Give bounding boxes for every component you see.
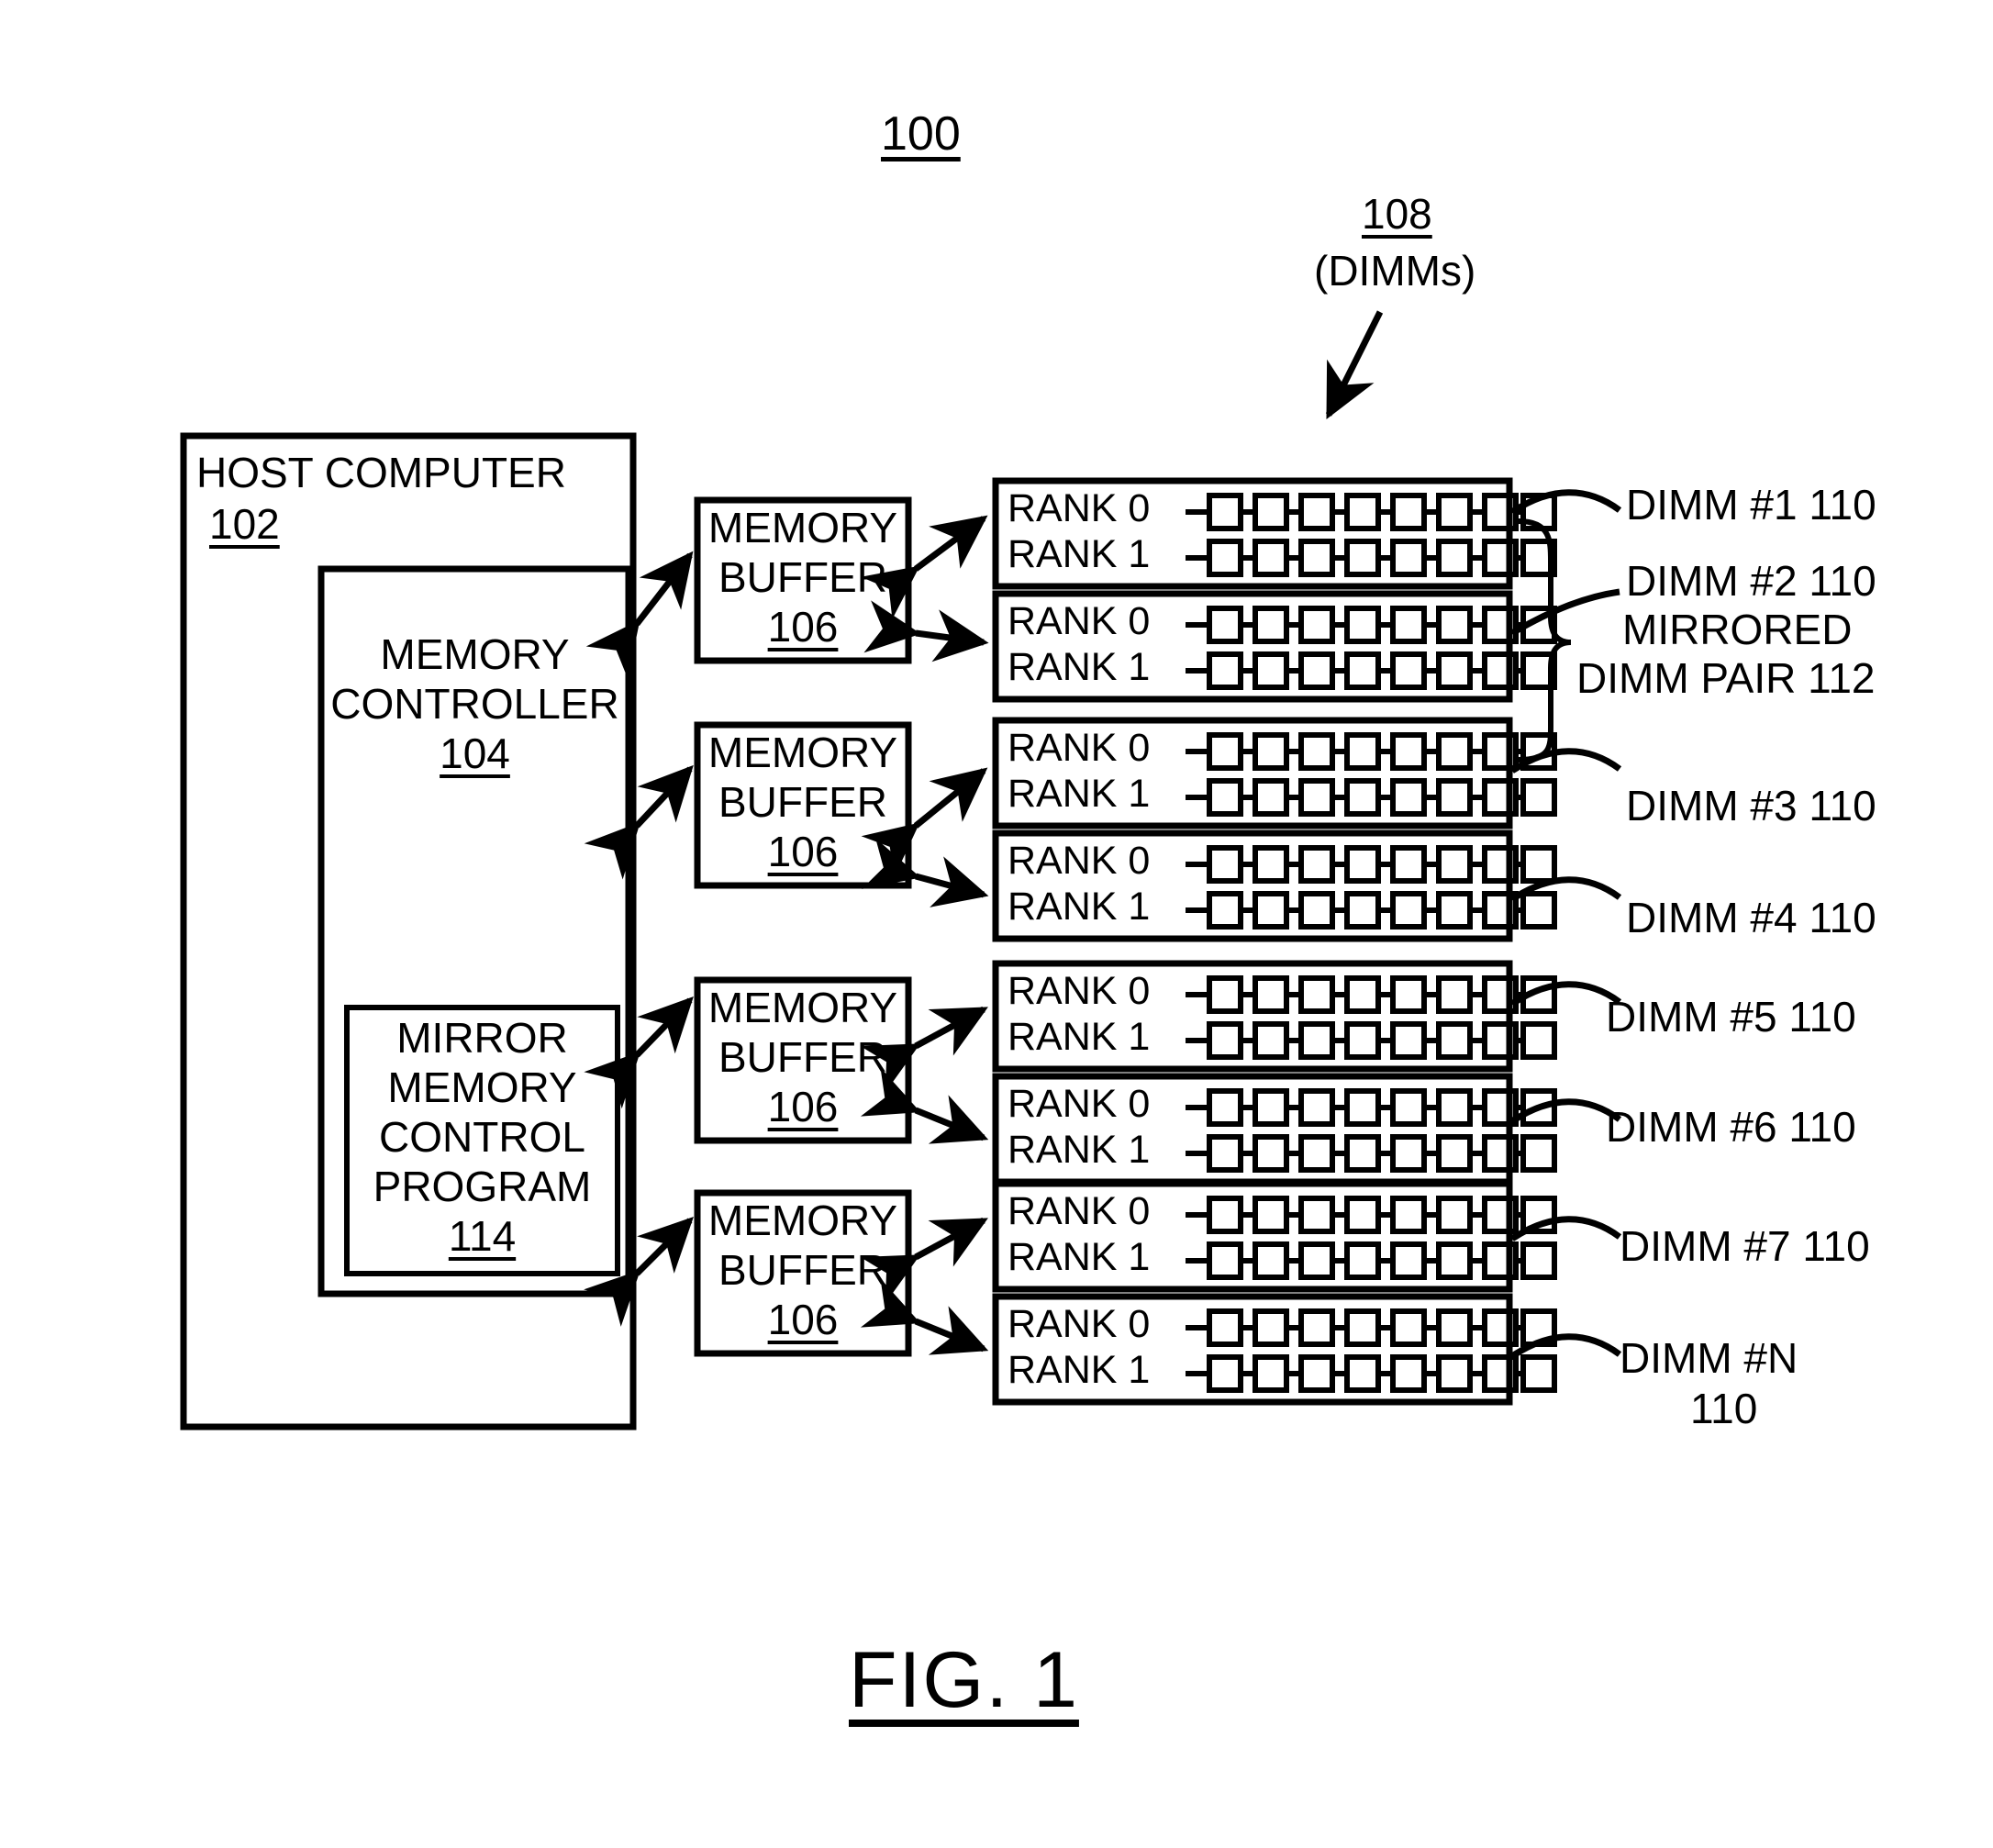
arrow-controller-to-buffer-1 <box>585 551 694 679</box>
mirrored-pair-line1: MIRRORED <box>1622 606 1853 653</box>
dimm-4-rank-1-label: RANK 1 <box>1008 885 1151 929</box>
leader-dimm-2 <box>1510 588 1620 637</box>
memory-controller-title-line2: CONTROLLER <box>330 680 619 728</box>
dimm-6-rank-0-label: RANK 0 <box>1008 1082 1151 1126</box>
mirror-program-line4: PROGRAM <box>373 1163 592 1210</box>
dimm-7-side-label: DIMM #7 110 <box>1620 1222 1870 1270</box>
dimm-8-side-label: DIMM #N <box>1620 1334 1798 1382</box>
memory-buffer-3-line1: MEMORY <box>707 984 898 1031</box>
dimm-8-side-label-line2: 110 <box>1690 1385 1758 1432</box>
dimm-3-rank-0-chips <box>1186 732 1557 771</box>
dimm-5-rank-1-chips <box>1186 1021 1557 1060</box>
memory-buffer-1-reference-number: 106 <box>767 603 839 651</box>
arrow-controller-to-buffer-4 <box>584 1217 694 1327</box>
dimms-group-label: (DIMMs) <box>1314 247 1476 295</box>
mirror-program-line3: CONTROL <box>379 1113 585 1161</box>
dimm-1-rank-0-chips <box>1186 493 1557 531</box>
dimm-4-rank-0-label: RANK 0 <box>1008 839 1151 883</box>
dimm-7-rank-0-label: RANK 0 <box>1008 1189 1151 1233</box>
arrow-buffer1-to-dimm1 <box>861 515 988 619</box>
dimm-5-rank-1-label: RANK 1 <box>1008 1015 1151 1059</box>
dimm-2-rank-0-chips <box>1186 606 1557 644</box>
memory-buffer-1-line1: MEMORY <box>707 504 898 551</box>
arrow-buffer4-to-dimm8 <box>860 1278 989 1355</box>
dimm-7-rank-1-chips <box>1186 1241 1557 1280</box>
dimm-8-rank-1-chips <box>1186 1354 1557 1393</box>
dimm-3-rank-1-label: RANK 1 <box>1008 772 1151 816</box>
dimm-6-rank-1-chips <box>1186 1134 1557 1173</box>
leader-dimm-8 <box>1510 1333 1622 1359</box>
dimm-7-rank-0-chips <box>1186 1196 1557 1234</box>
memory-controller-reference-number: 104 <box>440 729 510 777</box>
leader-dimm-6 <box>1510 1098 1622 1124</box>
dimm-6-rank-0-chips <box>1186 1088 1557 1127</box>
dimm-8-rank-0-label: RANK 0 <box>1008 1302 1151 1346</box>
arrow-controller-to-buffer-3 <box>584 996 694 1109</box>
dimm-5-rank-0-chips <box>1186 975 1557 1014</box>
mirrored-pair-line2: DIMM PAIR 112 <box>1576 654 1876 702</box>
memory-buffer-2-line1: MEMORY <box>707 729 898 776</box>
figure-caption: FIG. 1 <box>849 1636 1079 1724</box>
memory-controller-title-line1: MEMORY <box>380 630 570 678</box>
memory-buffer-2-line2: BUFFER <box>718 778 887 826</box>
patent-figure-1: 100 108 (DIMMs) HOST COMPUTER 102 MEMORY… <box>0 0 1993 1848</box>
memory-buffer-4-reference-number: 106 <box>767 1296 839 1343</box>
host-computer-reference-number: 102 <box>209 500 280 548</box>
dimm-4-rank-1-chips <box>1186 891 1557 930</box>
arrow-buffer1-to-dimm2 <box>863 600 989 662</box>
dimm-3-side-label: DIMM #3 110 <box>1626 782 1876 829</box>
arrow-buffer2-to-dimm4 <box>862 838 989 907</box>
dimm-2-rank-1-chips <box>1186 651 1557 690</box>
dimm-1-rank-1-label: RANK 1 <box>1008 532 1151 576</box>
dimm-6-rank-1-label: RANK 1 <box>1008 1128 1151 1172</box>
leader-dimm-7 <box>1510 1216 1622 1241</box>
memory-buffer-2-reference-number: 106 <box>767 828 839 875</box>
memory-buffer-4-line1: MEMORY <box>707 1197 898 1244</box>
dimm-2-side-label: DIMM #2 110 <box>1626 557 1876 605</box>
dimm-1-side-label: DIMM #1 110 <box>1626 481 1876 529</box>
mirror-program-line1: MIRROR <box>396 1014 568 1062</box>
arrow-buffer3-to-dimm5 <box>860 1006 988 1093</box>
arrow-buffer2-to-dimm3 <box>861 767 988 877</box>
mirror-program-reference-number: 114 <box>448 1212 517 1260</box>
dimm-1-rank-1-chips <box>1186 539 1557 577</box>
dimm-3-rank-1-chips <box>1186 778 1557 817</box>
memory-buffer-3-line2: BUFFER <box>718 1033 887 1081</box>
host-computer-title: HOST COMPUTER <box>196 449 566 496</box>
dimm-2-rank-1-label: RANK 1 <box>1008 645 1151 689</box>
memory-buffer-4-line2: BUFFER <box>718 1246 887 1294</box>
dimm-5-rank-0-label: RANK 0 <box>1008 969 1151 1013</box>
dimm-4-rank-0-chips <box>1186 845 1557 884</box>
dimm-4-side-label: DIMM #4 110 <box>1626 894 1876 941</box>
host-computer-box <box>180 432 637 1431</box>
dimm-1-rank-0-label: RANK 0 <box>1008 486 1151 530</box>
dimm-5-side-label: DIMM #5 110 <box>1606 993 1856 1041</box>
dimms-group-pointer-arrow <box>1325 310 1384 420</box>
leader-dimm-5 <box>1510 981 1622 1007</box>
dimm-6-side-label: DIMM #6 110 <box>1606 1103 1856 1151</box>
arrow-controller-to-buffer-2 <box>584 764 694 880</box>
mirror-program-line2: MEMORY <box>387 1063 577 1111</box>
system-reference-number: 100 <box>881 107 961 161</box>
dimm-3-rank-0-label: RANK 0 <box>1008 726 1151 770</box>
dimms-group-reference-number: 108 <box>1362 190 1432 238</box>
arrow-buffer4-to-dimm7 <box>860 1217 988 1304</box>
memory-buffer-1-line2: BUFFER <box>718 553 887 601</box>
dimm-8-rank-0-chips <box>1186 1308 1557 1347</box>
arrow-buffer3-to-dimm6 <box>860 1067 989 1144</box>
dimm-8-rank-1-label: RANK 1 <box>1008 1348 1151 1392</box>
dimm-chip-rows <box>1186 493 1557 1393</box>
dimm-2-rank-0-label: RANK 0 <box>1008 599 1151 643</box>
dimm-7-rank-1-label: RANK 1 <box>1008 1235 1151 1279</box>
memory-buffer-3-reference-number: 106 <box>767 1083 839 1130</box>
